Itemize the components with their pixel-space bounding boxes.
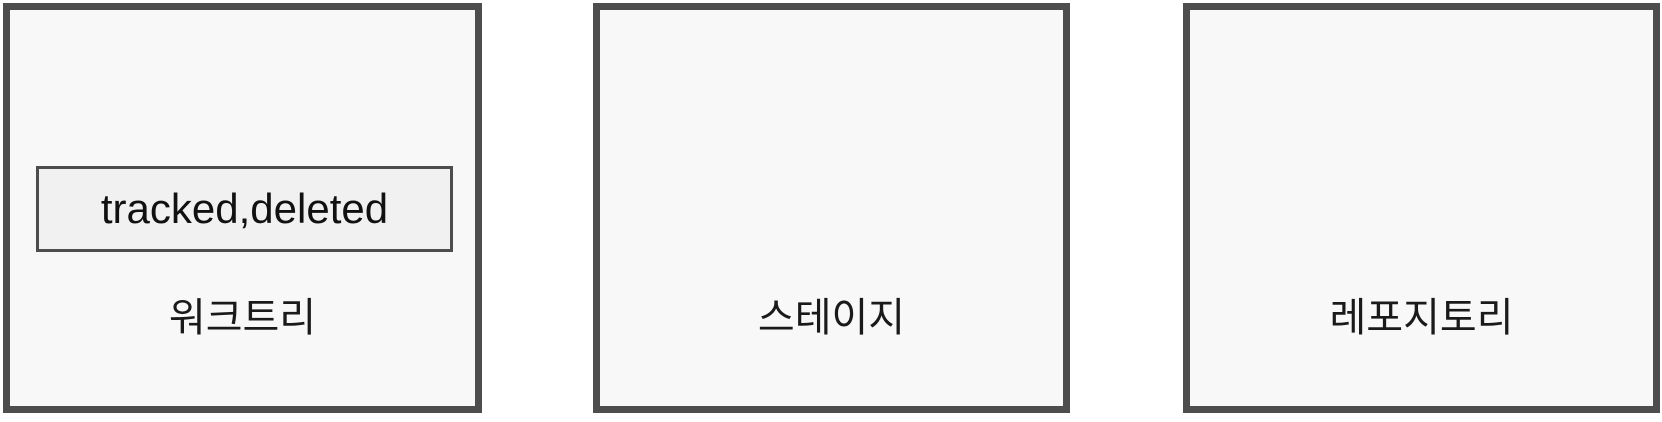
stage-label: 스테이지 [757,295,906,341]
file-box-tracked-deleted: tracked,deleted [36,166,453,252]
worktree-label: 워크트리 [168,295,317,341]
repository-label: 레포지토리 [1329,295,1514,341]
file-status-label: tracked,deleted [100,185,389,232]
repository-panel: 레포지토리 [1183,3,1660,413]
worktree-panel: tracked,deleted 워크트리 [3,3,482,413]
stage-panel: 스테이지 [593,3,1070,413]
